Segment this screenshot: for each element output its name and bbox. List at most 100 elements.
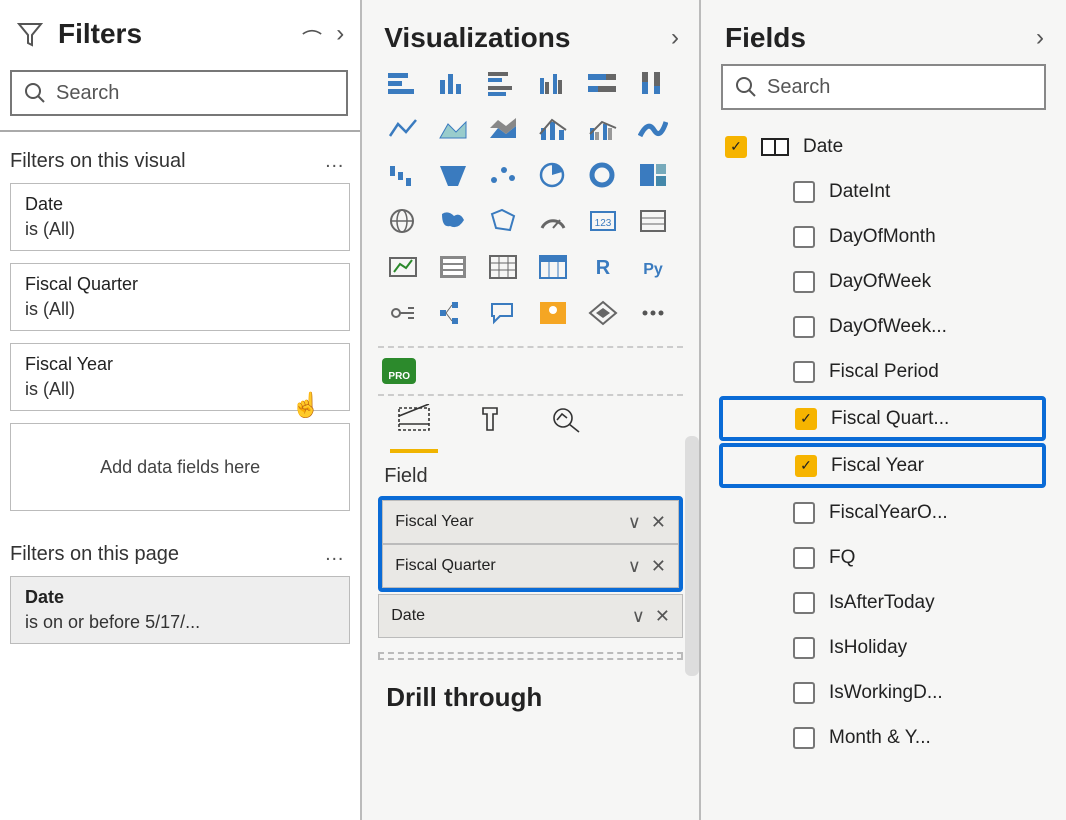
chevron-down-icon[interactable]: ∨ — [628, 512, 641, 533]
filters-page-section: Filters on this page … — [0, 537, 360, 576]
viz-line-stacked-column-icon[interactable] — [532, 110, 574, 148]
remove-icon[interactable]: ✕ — [651, 512, 666, 533]
viz-arcgis-icon[interactable] — [532, 294, 574, 332]
viz-filled-map-icon[interactable] — [432, 202, 474, 240]
viz-treemap-icon[interactable] — [632, 156, 674, 194]
viz-table-icon[interactable] — [482, 248, 524, 286]
field-label: FQ — [829, 547, 855, 569]
checkbox-icon[interactable] — [793, 592, 815, 614]
viz-map-icon[interactable] — [382, 202, 424, 240]
field-item-isworkingd-[interactable]: IsWorkingD... — [711, 670, 1066, 715]
fields-title: Fields — [725, 22, 806, 54]
filter-card-fiscal-quarter[interactable]: Fiscal Quarter is (All) — [10, 263, 350, 331]
viz-funnel-icon[interactable] — [432, 156, 474, 194]
format-tab[interactable] — [466, 404, 514, 453]
svg-text:123: 123 — [595, 218, 612, 229]
viz-powerapps-icon[interactable] — [582, 294, 624, 332]
filter-card-date[interactable]: Date is (All) — [10, 183, 350, 251]
field-well-fiscal-quarter[interactable]: Fiscal Quarter ∨✕ — [382, 544, 679, 588]
viz-donut-icon[interactable] — [582, 156, 624, 194]
viz-clustered-bar-icon[interactable] — [482, 64, 524, 102]
viz-line-icon[interactable] — [382, 110, 424, 148]
more-icon[interactable]: … — [324, 543, 346, 566]
viz-100-stacked-bar-icon[interactable] — [582, 64, 624, 102]
field-label: IsAfterToday — [829, 592, 935, 614]
fields-search[interactable] — [721, 64, 1046, 110]
filters-search[interactable] — [10, 70, 348, 116]
field-item-isaftertoday[interactable]: IsAfterToday — [711, 580, 1066, 625]
viz-decomposition-icon[interactable] — [432, 294, 474, 332]
filter-drop-zone[interactable]: Add data fields here — [10, 423, 350, 511]
analytics-tab[interactable] — [542, 404, 590, 453]
eye-icon[interactable] — [302, 24, 322, 44]
viz-r-icon[interactable]: R — [582, 248, 624, 286]
checkbox-icon[interactable] — [793, 271, 815, 293]
checkbox-icon[interactable] — [793, 727, 815, 749]
field-item-fiscal-quart-[interactable]: ✓Fiscal Quart... — [719, 396, 1046, 441]
viz-shape-map-icon[interactable] — [482, 202, 524, 240]
field-well-date[interactable]: Date ∨✕ — [378, 594, 683, 638]
filter-card-fiscal-year[interactable]: Fiscal Year is (All) ☝ — [10, 343, 350, 411]
checkbox-icon[interactable]: ✓ — [725, 136, 747, 158]
checkbox-icon[interactable] — [793, 682, 815, 704]
expand-icon[interactable]: › — [671, 24, 679, 52]
checkbox-icon[interactable] — [793, 361, 815, 383]
viz-100-stacked-column-icon[interactable] — [632, 64, 674, 102]
expand-icon[interactable]: › — [336, 20, 344, 48]
viz-matrix-icon[interactable] — [532, 248, 574, 286]
field-item-fiscal-period[interactable]: Fiscal Period — [711, 349, 1066, 394]
viz-kpi-icon[interactable] — [382, 248, 424, 286]
checkbox-icon[interactable]: ✓ — [795, 408, 817, 430]
viz-area-icon[interactable] — [432, 110, 474, 148]
visualizations-title: Visualizations — [384, 22, 570, 54]
checkbox-icon[interactable] — [793, 226, 815, 248]
viz-slicer-icon[interactable] — [432, 248, 474, 286]
viz-scatter-icon[interactable] — [482, 156, 524, 194]
field-item-fq[interactable]: FQ — [711, 535, 1066, 580]
filters-search-input[interactable] — [56, 82, 334, 105]
viz-card-icon[interactable]: 123 — [582, 202, 624, 240]
checkbox-icon[interactable]: ✓ — [795, 455, 817, 477]
viz-clustered-column-icon[interactable] — [532, 64, 574, 102]
viz-stacked-bar-icon[interactable] — [382, 64, 424, 102]
viz-stacked-area-icon[interactable] — [482, 110, 524, 148]
expand-icon[interactable]: › — [1036, 24, 1044, 52]
viz-qa-icon[interactable] — [482, 294, 524, 332]
field-item-dayofweek-[interactable]: DayOfWeek... — [711, 304, 1066, 349]
checkbox-icon[interactable] — [793, 502, 815, 524]
field-item-dayofweek[interactable]: DayOfWeek — [711, 259, 1066, 304]
checkbox-icon[interactable] — [793, 547, 815, 569]
viz-stacked-column-icon[interactable] — [432, 64, 474, 102]
checkbox-icon[interactable] — [793, 637, 815, 659]
remove-icon[interactable]: ✕ — [651, 556, 666, 577]
viz-key-influencer-icon[interactable] — [382, 294, 424, 332]
checkbox-icon[interactable] — [793, 316, 815, 338]
field-well-fiscal-year[interactable]: Fiscal Year ∨✕ — [382, 500, 679, 544]
field-drop-zone[interactable] — [378, 652, 683, 660]
chevron-down-icon[interactable]: ∨ — [628, 556, 641, 577]
viz-pie-icon[interactable] — [532, 156, 574, 194]
viz-line-clustered-column-icon[interactable] — [582, 110, 624, 148]
field-item-dayofmonth[interactable]: DayOfMonth — [711, 214, 1066, 259]
viz-py-icon[interactable]: Py — [632, 248, 674, 286]
more-icon[interactable]: … — [324, 150, 346, 173]
viz-gauge-icon[interactable] — [532, 202, 574, 240]
fields-tab[interactable] — [390, 404, 438, 453]
field-item-fiscal-year[interactable]: ✓Fiscal Year — [719, 443, 1046, 488]
field-table-date[interactable]: ✓ Date — [711, 124, 1066, 169]
filter-page-card-date[interactable]: Date is on or before 5/17/... — [10, 576, 350, 644]
scrollbar[interactable] — [685, 436, 699, 676]
checkbox-icon[interactable] — [793, 181, 815, 203]
field-item-fiscalyearo-[interactable]: FiscalYearO... — [711, 490, 1066, 535]
field-item-dateint[interactable]: DateInt — [711, 169, 1066, 214]
viz-ribbon-icon[interactable] — [632, 110, 674, 148]
remove-icon[interactable]: ✕ — [655, 606, 670, 627]
chevron-down-icon[interactable]: ∨ — [632, 606, 645, 627]
pro-badge[interactable]: PRO — [382, 358, 416, 384]
viz-waterfall-icon[interactable] — [382, 156, 424, 194]
field-item-isholiday[interactable]: IsHoliday — [711, 625, 1066, 670]
fields-search-input[interactable] — [767, 76, 1032, 99]
viz-more-icon[interactable] — [632, 294, 674, 332]
field-item-month-y-[interactable]: Month & Y... — [711, 715, 1066, 760]
viz-multirow-card-icon[interactable] — [632, 202, 674, 240]
